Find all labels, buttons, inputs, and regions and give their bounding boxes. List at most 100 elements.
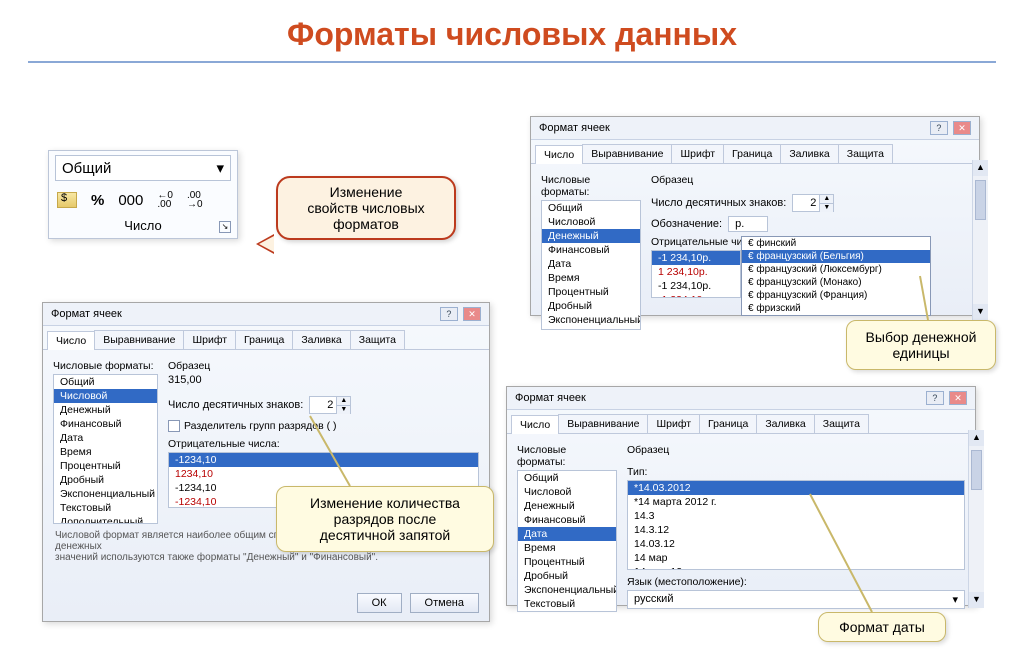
tab-number[interactable]: Число xyxy=(47,331,95,350)
tab-alignment[interactable]: Выравнивание xyxy=(94,330,184,349)
list-item[interactable]: *14.03.2012 xyxy=(628,481,964,495)
dropdown-item[interactable]: € французский (Франция) xyxy=(742,289,930,302)
list-item[interactable]: Финансовый xyxy=(54,417,157,431)
close-icon[interactable]: ✕ xyxy=(463,307,481,321)
list-item[interactable]: Общий xyxy=(542,201,640,215)
cancel-button[interactable]: Отмена xyxy=(410,593,479,613)
tab-fill[interactable]: Заливка xyxy=(756,414,814,433)
decrease-decimal-icon[interactable]: .00→0 xyxy=(187,191,203,209)
scrollbar[interactable]: ▲ ▼ xyxy=(968,430,984,608)
list-item[interactable]: Время xyxy=(54,445,157,459)
list-item[interactable]: Денежный xyxy=(542,229,640,243)
negative-numbers-list[interactable]: -1 234,10р. 1 234,10р. -1 234,10р. -1 23… xyxy=(651,250,741,298)
list-item[interactable]: Текстовый xyxy=(518,597,616,611)
list-item[interactable]: Числовой xyxy=(542,215,640,229)
list-item[interactable]: 14.3 xyxy=(628,509,964,523)
dropdown-item[interactable]: € французский (Люксембург) xyxy=(742,263,930,276)
list-item[interactable]: Дополнительный xyxy=(518,611,616,612)
decimal-places-spinner[interactable]: ▲▼ xyxy=(309,396,351,414)
tab-border[interactable]: Граница xyxy=(235,330,293,349)
list-item[interactable]: Денежный xyxy=(54,403,157,417)
list-item[interactable]: Числовой xyxy=(54,389,157,403)
ok-button[interactable]: ОК xyxy=(357,593,402,613)
decimal-places-input[interactable] xyxy=(793,195,819,211)
scroll-down-icon[interactable]: ▼ xyxy=(973,304,988,320)
tab-protection[interactable]: Защита xyxy=(838,144,893,163)
list-item[interactable]: 14 мар 12 xyxy=(628,565,964,570)
scroll-thumb[interactable] xyxy=(975,180,986,220)
list-item[interactable]: Текстовый xyxy=(542,327,640,330)
decimal-places-input[interactable] xyxy=(310,397,336,413)
scroll-up-icon[interactable]: ▲ xyxy=(969,430,984,446)
tab-alignment[interactable]: Выравнивание xyxy=(582,144,672,163)
tab-font[interactable]: Шрифт xyxy=(183,330,236,349)
list-item[interactable]: -1234,10 xyxy=(169,453,478,467)
date-type-list[interactable]: *14.03.2012 *14 марта 2012 г. 14.3 14.3.… xyxy=(627,480,965,570)
format-category-list[interactable]: Общий Числовой Денежный Финансовый Дата … xyxy=(53,374,158,524)
spinner-down-icon[interactable]: ▼ xyxy=(819,203,833,212)
spinner-up-icon[interactable]: ▲ xyxy=(336,397,350,405)
list-item[interactable]: Процентный xyxy=(518,555,616,569)
tab-protection[interactable]: Защита xyxy=(350,330,405,349)
currency-symbol-dropdown[interactable]: р. xyxy=(728,216,768,232)
tab-border[interactable]: Граница xyxy=(723,144,781,163)
list-item[interactable]: 14.03.12 xyxy=(628,537,964,551)
number-format-dropdown[interactable]: Общий ▾ xyxy=(55,155,231,181)
decimal-places-spinner[interactable]: ▲▼ xyxy=(792,194,834,212)
help-icon[interactable]: ? xyxy=(440,307,458,321)
format-category-list[interactable]: Общий Числовой Денежный Финансовый Дата … xyxy=(541,200,641,330)
list-item[interactable]: Дата xyxy=(518,527,616,541)
spinner-up-icon[interactable]: ▲ xyxy=(819,195,833,203)
comma-style-icon[interactable]: 000 xyxy=(118,192,143,209)
scrollbar[interactable]: ▲ ▼ xyxy=(972,160,988,320)
list-item[interactable]: Экспоненциальный xyxy=(542,313,640,327)
scroll-up-icon[interactable]: ▲ xyxy=(973,160,988,176)
list-item[interactable]: Процентный xyxy=(542,285,640,299)
close-icon[interactable]: ✕ xyxy=(953,121,971,135)
tab-font[interactable]: Шрифт xyxy=(647,414,700,433)
list-item[interactable]: Общий xyxy=(518,471,616,485)
dropdown-item[interactable]: € французский (Бельгия) xyxy=(742,250,930,263)
tab-fill[interactable]: Заливка xyxy=(780,144,838,163)
increase-decimal-icon[interactable]: ←0.00 xyxy=(157,191,173,209)
list-item[interactable]: -1 234,10р. xyxy=(652,279,740,293)
dropdown-item[interactable]: € французский (Монако) xyxy=(742,276,930,289)
currency-symbol-dropdown-open[interactable]: € финский € французский (Бельгия) € фран… xyxy=(741,236,931,316)
scroll-thumb[interactable] xyxy=(971,450,982,490)
list-item[interactable]: Процентный xyxy=(54,459,157,473)
list-item[interactable]: 1234,10 xyxy=(169,467,478,481)
dialog-launcher-icon[interactable]: ↘ xyxy=(219,221,231,233)
help-icon[interactable]: ? xyxy=(926,391,944,405)
list-item[interactable]: Дробный xyxy=(518,569,616,583)
list-item[interactable]: Дата xyxy=(542,257,640,271)
list-item[interactable]: Дополнительный xyxy=(54,515,157,524)
dropdown-item[interactable]: € фризский xyxy=(742,302,930,315)
list-item[interactable]: Экспоненциальный xyxy=(518,583,616,597)
tab-number[interactable]: Число xyxy=(511,415,559,434)
list-item[interactable]: *14 марта 2012 г. xyxy=(628,495,964,509)
list-item[interactable]: 14 мар xyxy=(628,551,964,565)
scroll-down-icon[interactable]: ▼ xyxy=(969,592,984,608)
format-category-list[interactable]: Общий Числовой Денежный Финансовый Дата … xyxy=(517,470,617,612)
list-item[interactable]: Время xyxy=(518,541,616,555)
spinner-down-icon[interactable]: ▼ xyxy=(336,405,350,414)
currency-icon[interactable]: $ xyxy=(57,192,77,208)
list-item[interactable]: Общий xyxy=(54,375,157,389)
list-item[interactable]: Текстовый xyxy=(54,501,157,515)
close-icon[interactable]: ✕ xyxy=(949,391,967,405)
list-item[interactable]: Время xyxy=(542,271,640,285)
dropdown-item[interactable]: € финский xyxy=(742,237,930,250)
list-item[interactable]: 14.3.12 xyxy=(628,523,964,537)
percent-icon[interactable]: % xyxy=(91,192,104,209)
help-icon[interactable]: ? xyxy=(930,121,948,135)
tab-border[interactable]: Граница xyxy=(699,414,757,433)
list-item[interactable]: Дата xyxy=(54,431,157,445)
list-item[interactable]: Финансовый xyxy=(542,243,640,257)
locale-dropdown[interactable]: русский ▾ xyxy=(627,590,965,609)
tab-fill[interactable]: Заливка xyxy=(292,330,350,349)
thousands-separator-checkbox[interactable]: Разделитель групп разрядов ( ) xyxy=(168,420,479,432)
tab-font[interactable]: Шрифт xyxy=(671,144,724,163)
list-item[interactable]: Экспоненциальный xyxy=(54,487,157,501)
list-item[interactable]: Денежный xyxy=(518,499,616,513)
list-item[interactable]: Финансовый xyxy=(518,513,616,527)
